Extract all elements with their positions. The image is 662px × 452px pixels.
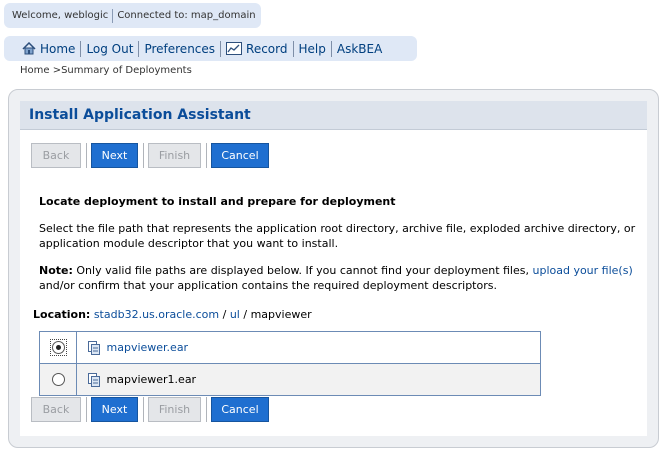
section-heading: Locate deployment to install and prepare… xyxy=(39,195,396,208)
cancel-button[interactable]: Cancel xyxy=(211,397,269,422)
finish-button[interactable]: Finish xyxy=(148,397,201,422)
radio-focus xyxy=(49,338,67,357)
record-icon xyxy=(226,42,243,55)
note-text-part2: and/or confirm that your application con… xyxy=(39,279,497,292)
install-panel: Install Application Assistant Back Next … xyxy=(8,89,659,448)
button-divider xyxy=(86,397,87,422)
next-button[interactable]: Next xyxy=(91,143,138,168)
page-title: Install Application Assistant xyxy=(20,101,647,130)
button-divider xyxy=(143,397,144,422)
nav-askbea[interactable]: AskBEA xyxy=(337,42,382,56)
nav-record[interactable]: Record xyxy=(226,41,288,56)
content-area: Locate deployment to install and prepare… xyxy=(39,194,639,305)
location-label: Location: xyxy=(33,308,91,321)
nav-divider xyxy=(80,40,82,57)
file-table: mapviewer.ear mapviewer1.ear xyxy=(39,331,541,396)
button-divider xyxy=(206,397,207,422)
back-button[interactable]: Back xyxy=(31,397,81,422)
home-icon xyxy=(22,42,36,55)
location-host-link[interactable]: stadb32.us.oracle.com xyxy=(94,308,219,321)
finish-button[interactable]: Finish xyxy=(148,143,201,168)
back-button[interactable]: Back xyxy=(31,143,81,168)
table-row[interactable]: mapviewer.ear xyxy=(39,331,541,364)
button-divider xyxy=(86,143,87,168)
file-cell: mapviewer1.ear xyxy=(76,363,541,396)
nav-divider xyxy=(138,40,140,57)
welcome-bar: Welcome, weblogic Connected to: map_doma… xyxy=(4,3,261,28)
file-radio-1[interactable] xyxy=(51,341,65,355)
top-button-row: Back Next Finish Cancel xyxy=(31,143,269,168)
divider xyxy=(112,8,114,23)
breadcrumb[interactable]: Home >Summary of Deployments xyxy=(20,65,192,76)
welcome-user: Welcome, weblogic xyxy=(12,10,109,21)
top-nav: Home Log Out Preferences Record Help Ask… xyxy=(4,36,417,61)
nav-divider xyxy=(292,40,294,57)
nav-home-label: Home xyxy=(40,41,76,56)
radio-cell xyxy=(39,331,77,364)
bottom-button-row: Back Next Finish Cancel xyxy=(31,397,269,422)
cancel-button[interactable]: Cancel xyxy=(211,143,269,168)
note-label: Note: xyxy=(39,264,73,277)
description-text: Select the file path that represents the… xyxy=(39,222,636,250)
nav-help[interactable]: Help xyxy=(299,42,326,56)
file-cell: mapviewer.ear xyxy=(76,331,541,364)
file-link[interactable]: mapviewer.ear xyxy=(107,341,189,354)
next-button[interactable]: Next xyxy=(91,397,138,422)
nav-divider xyxy=(330,40,332,57)
location-path: Location: stadb32.us.oracle.com / ul / m… xyxy=(33,308,312,321)
location-current: mapviewer xyxy=(250,308,312,321)
location-dir-link[interactable]: ul xyxy=(230,308,240,321)
note-text-part1: Only valid file paths are displayed belo… xyxy=(72,264,533,277)
note-text: Note: Only valid file paths are displaye… xyxy=(39,263,639,293)
archive-file-icon xyxy=(88,372,100,387)
path-separator: / xyxy=(239,308,251,321)
table-row[interactable]: mapviewer1.ear xyxy=(39,363,541,396)
file-radio-2[interactable] xyxy=(51,373,65,387)
nav-logout[interactable]: Log Out xyxy=(86,42,133,56)
file-name: mapviewer1.ear xyxy=(106,372,197,386)
upload-files-link[interactable]: upload your file(s) xyxy=(532,264,632,277)
connected-domain: Connected to: map_domain xyxy=(117,10,256,21)
radio-cell xyxy=(39,363,77,396)
archive-file-icon xyxy=(88,340,100,355)
path-separator: / xyxy=(219,308,230,321)
nav-divider xyxy=(220,40,222,57)
button-divider xyxy=(143,143,144,168)
install-panel-body: Install Application Assistant Back Next … xyxy=(20,101,647,436)
button-divider xyxy=(206,143,207,168)
nav-record-label: Record xyxy=(246,41,288,56)
nav-preferences[interactable]: Preferences xyxy=(144,42,215,56)
nav-home[interactable]: Home xyxy=(22,42,75,56)
